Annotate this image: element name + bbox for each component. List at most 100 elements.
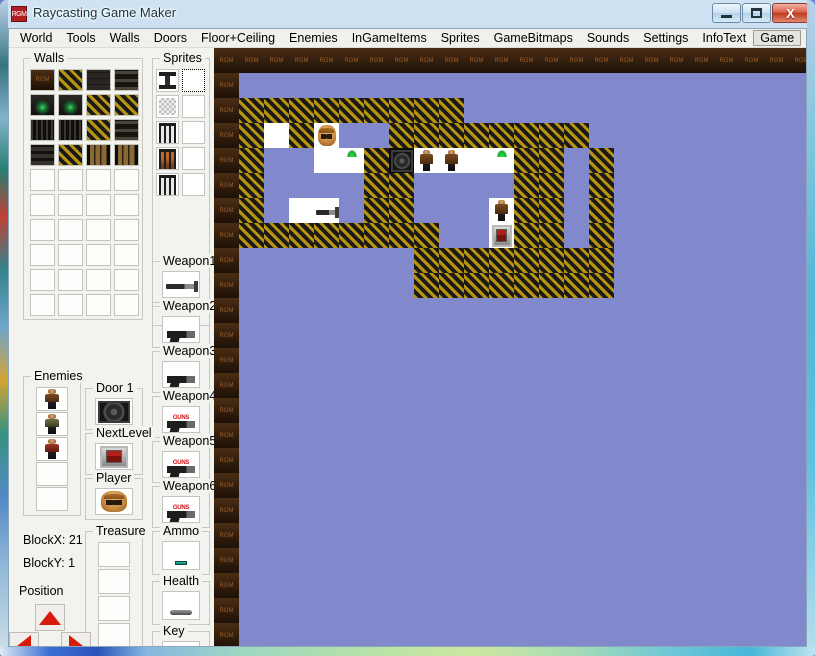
empty-tile[interactable] xyxy=(464,298,489,323)
empty-tile[interactable] xyxy=(514,398,539,423)
empty-tile[interactable] xyxy=(664,223,689,248)
empty-tile[interactable] xyxy=(614,373,639,398)
empty-tile[interactable] xyxy=(664,573,689,598)
weapon-cell-4[interactable]: GUNS xyxy=(162,406,200,433)
empty-tile[interactable] xyxy=(639,398,664,423)
rgm-border-tile[interactable] xyxy=(239,48,264,73)
empty-tile[interactable] xyxy=(464,173,489,198)
empty-tile[interactable] xyxy=(289,348,314,373)
empty-tile[interactable] xyxy=(689,123,714,148)
wall-tile[interactable] xyxy=(539,148,564,173)
blue-floor-tile[interactable] xyxy=(339,123,364,148)
empty-tile[interactable] xyxy=(689,373,714,398)
rgm-border-tile[interactable] xyxy=(214,98,239,123)
wall-tile[interactable] xyxy=(514,173,539,198)
empty-tile[interactable] xyxy=(764,598,789,623)
rgm-border-tile[interactable] xyxy=(614,48,639,73)
empty-tile[interactable] xyxy=(339,373,364,398)
wall-tile[interactable] xyxy=(514,148,539,173)
empty-tile[interactable] xyxy=(414,373,439,398)
empty-tile[interactable] xyxy=(239,473,264,498)
empty-tile[interactable] xyxy=(489,348,514,373)
empty-tile[interactable] xyxy=(239,398,264,423)
empty-tile[interactable] xyxy=(664,273,689,298)
wall-tile[interactable] xyxy=(539,198,564,223)
rgm-border-tile[interactable] xyxy=(689,48,714,73)
empty-tile[interactable] xyxy=(689,73,714,98)
empty-tile[interactable] xyxy=(314,598,339,623)
empty-tile[interactable] xyxy=(714,598,739,623)
empty-tile[interactable] xyxy=(714,348,739,373)
empty-tile[interactable] xyxy=(289,273,314,298)
empty-tile[interactable] xyxy=(539,498,564,523)
wall-tile[interactable] xyxy=(239,123,264,148)
wall-tile[interactable] xyxy=(439,273,464,298)
empty-tile[interactable] xyxy=(364,248,389,273)
empty-tile[interactable] xyxy=(664,373,689,398)
wall-tile[interactable] xyxy=(489,123,514,148)
empty-tile[interactable] xyxy=(389,323,414,348)
menu-item-doors[interactable]: Doors xyxy=(147,30,194,46)
empty-tile[interactable] xyxy=(664,198,689,223)
wall-cell-14[interactable] xyxy=(86,144,111,166)
empty-tile[interactable] xyxy=(464,98,489,123)
empty-tile[interactable] xyxy=(764,323,789,348)
empty-tile[interactable] xyxy=(439,173,464,198)
empty-tile[interactable] xyxy=(264,598,289,623)
empty-tile[interactable] xyxy=(439,398,464,423)
empty-tile[interactable] xyxy=(439,623,464,646)
empty-tile[interactable] xyxy=(714,473,739,498)
empty-tile[interactable] xyxy=(489,573,514,598)
empty-tile[interactable] xyxy=(789,73,806,98)
empty-tile[interactable] xyxy=(314,523,339,548)
empty-tile[interactable] xyxy=(564,548,589,573)
empty-tile[interactable] xyxy=(364,373,389,398)
empty-tile[interactable] xyxy=(539,573,564,598)
wall-tile[interactable] xyxy=(364,198,389,223)
wall-cell-3[interactable] xyxy=(114,69,139,91)
empty-tile[interactable] xyxy=(489,423,514,448)
empty-tile[interactable] xyxy=(464,348,489,373)
empty-tile[interactable] xyxy=(264,498,289,523)
empty-tile[interactable] xyxy=(689,148,714,173)
empty-tile[interactable] xyxy=(239,548,264,573)
enemy-floor-tile[interactable] xyxy=(414,148,439,173)
empty-tile[interactable] xyxy=(289,398,314,423)
empty-tile[interactable] xyxy=(514,523,539,548)
menu-item-infotext[interactable]: InfoText xyxy=(695,30,753,46)
empty-tile[interactable] xyxy=(489,598,514,623)
empty-tile[interactable] xyxy=(714,573,739,598)
empty-tile[interactable] xyxy=(264,273,289,298)
rgm-border-tile[interactable] xyxy=(664,48,689,73)
empty-tile[interactable] xyxy=(739,598,764,623)
wall-cell-13[interactable] xyxy=(58,144,83,166)
empty-tile[interactable] xyxy=(264,248,289,273)
wall-tile[interactable] xyxy=(564,123,589,148)
rgm-border-tile[interactable] xyxy=(339,48,364,73)
empty-tile[interactable] xyxy=(264,548,289,573)
empty-tile[interactable] xyxy=(664,423,689,448)
maximize-button[interactable] xyxy=(742,3,771,23)
wall-tile[interactable] xyxy=(589,148,614,173)
player-face-tile[interactable] xyxy=(314,123,339,148)
empty-tile[interactable] xyxy=(689,498,714,523)
empty-tile[interactable] xyxy=(664,448,689,473)
empty-tile[interactable] xyxy=(464,198,489,223)
empty-tile[interactable] xyxy=(714,398,739,423)
floor-tile[interactable] xyxy=(464,148,489,173)
empty-tile[interactable] xyxy=(364,448,389,473)
empty-tile[interactable] xyxy=(789,298,806,323)
empty-tile[interactable] xyxy=(789,448,806,473)
wall-tile[interactable] xyxy=(414,248,439,273)
empty-tile[interactable] xyxy=(714,373,739,398)
empty-tile[interactable] xyxy=(789,398,806,423)
rgm-border-tile[interactable] xyxy=(214,448,239,473)
empty-tile[interactable] xyxy=(764,298,789,323)
empty-tile[interactable] xyxy=(789,623,806,646)
empty-tile[interactable] xyxy=(764,248,789,273)
rgm-border-tile[interactable] xyxy=(214,523,239,548)
empty-tile[interactable] xyxy=(714,498,739,523)
empty-tile[interactable] xyxy=(539,373,564,398)
wall-tile[interactable] xyxy=(289,123,314,148)
door-tile[interactable] xyxy=(389,148,414,173)
